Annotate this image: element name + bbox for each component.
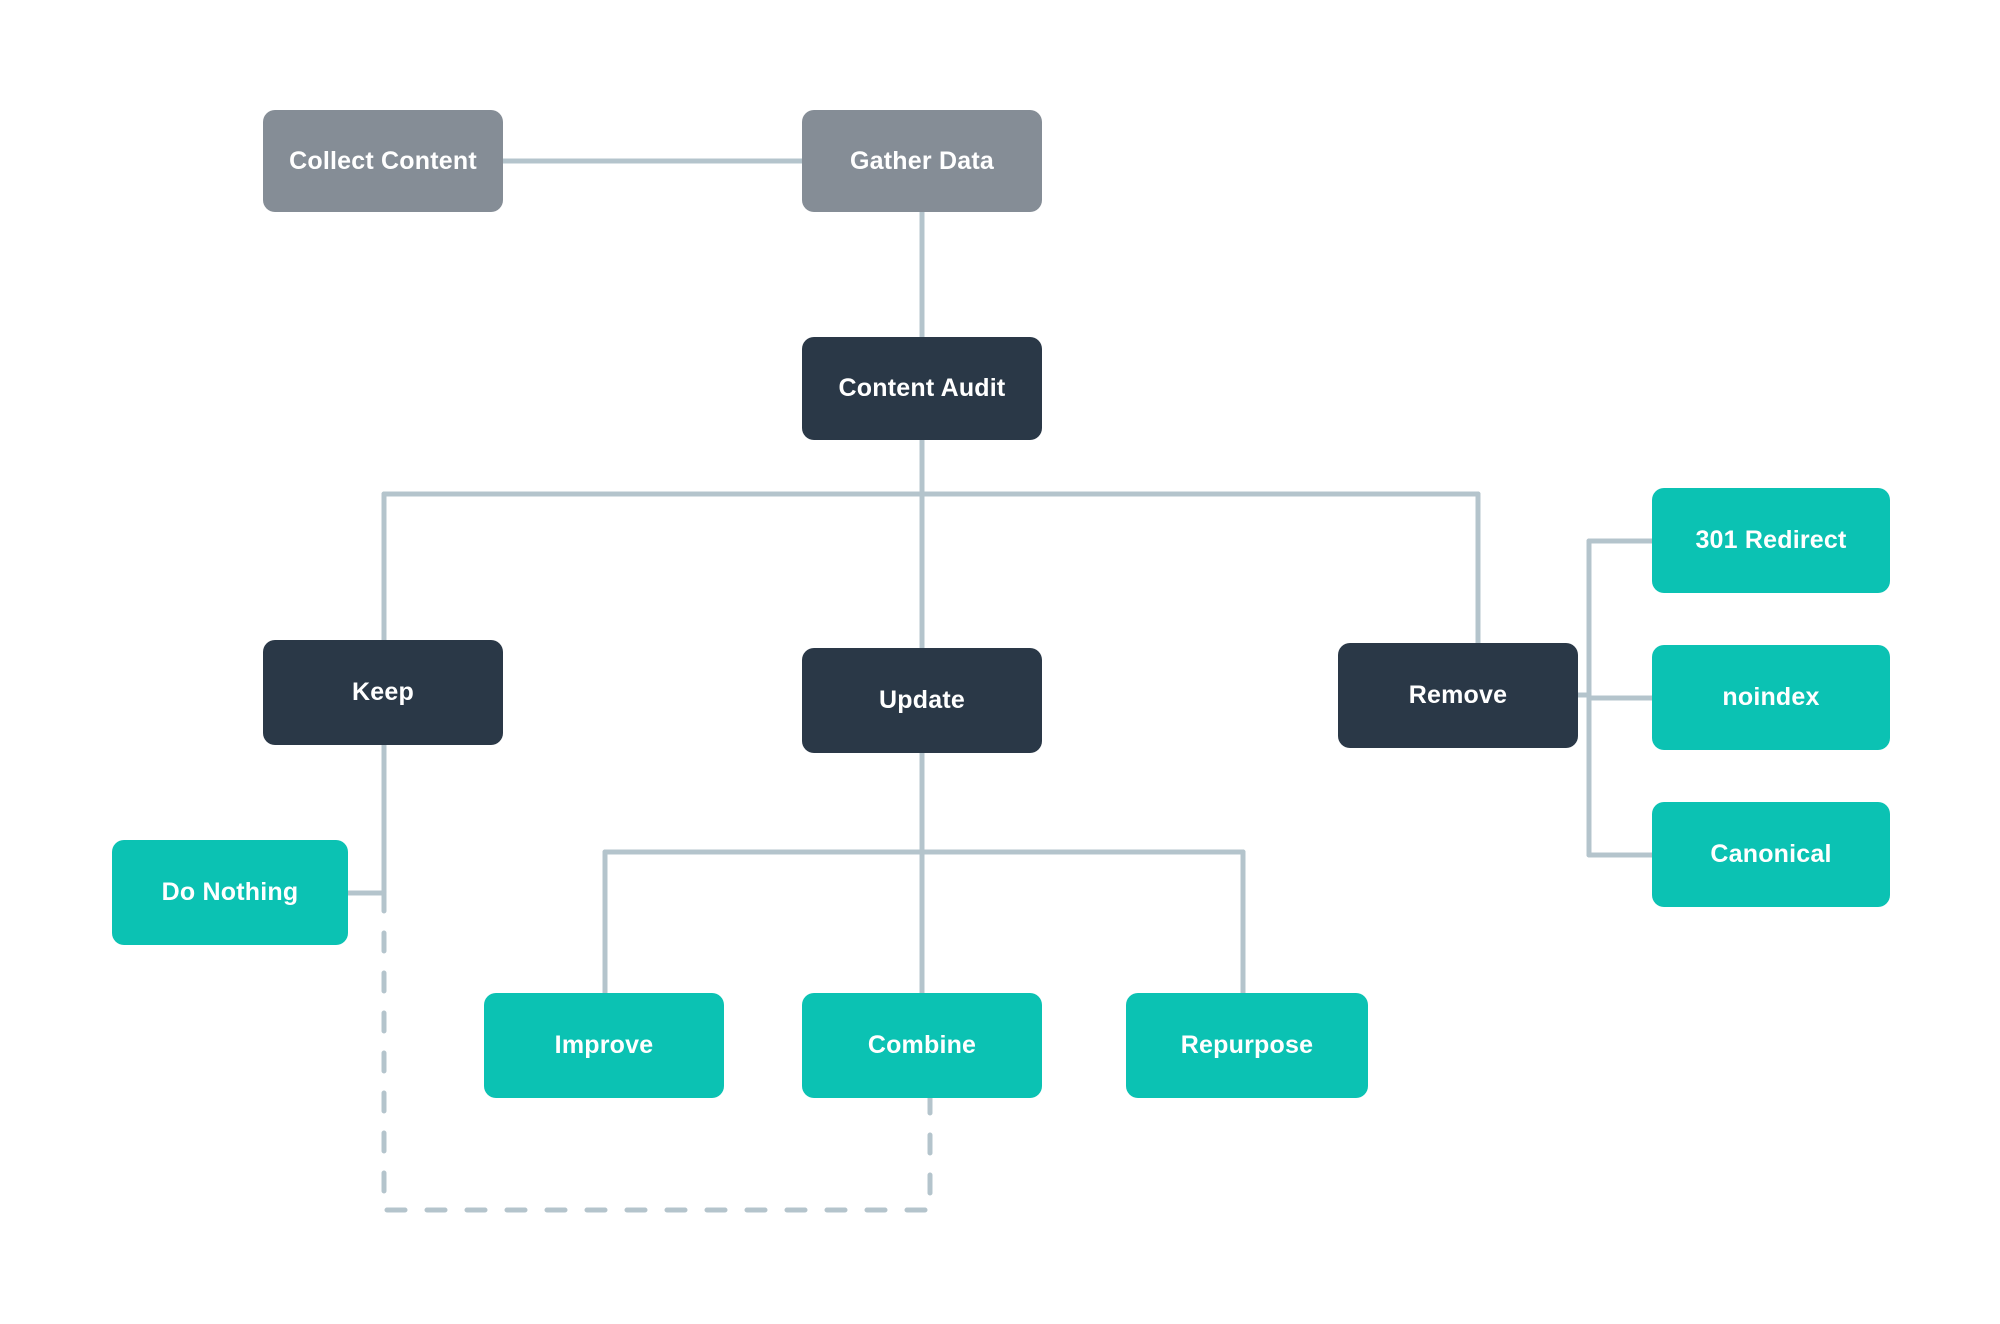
node-collect-content[interactable]: Collect Content <box>263 110 503 212</box>
node-label-repurpose: Repurpose <box>1180 1031 1314 1060</box>
node-label-remove: Remove <box>1408 681 1508 710</box>
node-combine[interactable]: Combine <box>802 993 1042 1098</box>
node-keep[interactable]: Keep <box>263 640 503 745</box>
edge-keep-to-do-nothing <box>345 742 387 896</box>
node-update[interactable]: Update <box>802 648 1042 753</box>
node-label-canonical: Canonical <box>1710 840 1832 869</box>
flowchart-canvas: Collect Content Gather Data Content Audi… <box>0 0 2000 1324</box>
node-gather-data[interactable]: Gather Data <box>802 110 1042 212</box>
node-improve[interactable]: Improve <box>484 993 724 1098</box>
node-label-improve: Improve <box>554 1031 654 1060</box>
node-label-301-redirect: 301 Redirect <box>1695 526 1847 555</box>
node-do-nothing[interactable]: Do Nothing <box>112 840 348 945</box>
node-repurpose[interactable]: Repurpose <box>1126 993 1368 1098</box>
node-label-do-nothing: Do Nothing <box>161 878 299 907</box>
node-label-keep: Keep <box>352 678 414 707</box>
node-label-noindex: noindex <box>1722 683 1820 712</box>
node-noindex[interactable]: noindex <box>1652 645 1890 750</box>
node-301-redirect[interactable]: 301 Redirect <box>1652 488 1890 593</box>
node-content-audit[interactable]: Content Audit <box>802 337 1042 440</box>
node-label-gather-data: Gather Data <box>850 146 994 175</box>
node-label-combine: Combine <box>867 1031 977 1060</box>
node-label-collect-content: Collect Content <box>289 146 477 175</box>
node-canonical[interactable]: Canonical <box>1652 802 1890 907</box>
node-remove[interactable]: Remove <box>1338 643 1578 748</box>
node-label-update: Update <box>879 686 965 715</box>
node-label-content-audit: Content Audit <box>838 374 1006 403</box>
